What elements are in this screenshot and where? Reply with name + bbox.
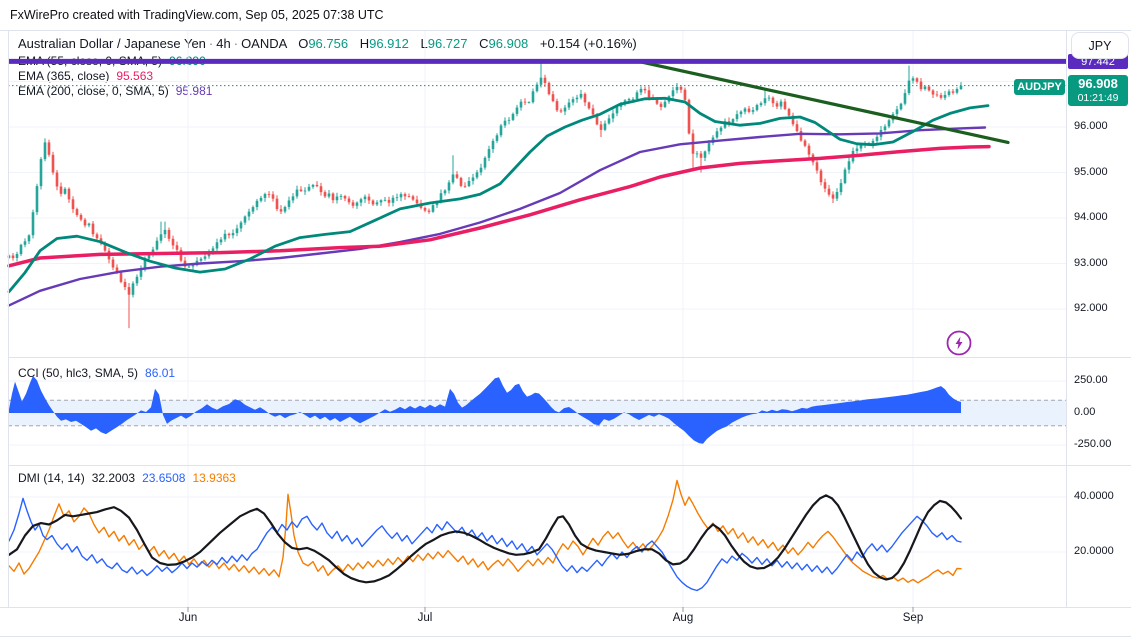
- last-price-value: 96.908: [1078, 76, 1118, 91]
- open-key: O: [298, 36, 309, 51]
- watermark-caption: FxWirePro created with TradingView.com, …: [10, 8, 384, 22]
- change-value: +0.154 (+0.16%): [539, 36, 637, 51]
- time-axis-label: Sep: [902, 612, 924, 624]
- interval-label[interactable]: 4h: [216, 36, 230, 51]
- low-value: 96.727: [427, 36, 468, 51]
- price-axis-label: 92.000: [1074, 302, 1108, 314]
- dmi-adx-value: 32.2003: [91, 471, 136, 485]
- close-key: C: [479, 36, 489, 51]
- dmi-axis-label: 20.0000: [1074, 545, 1114, 557]
- dmi-plus-di-value: 23.6508: [142, 471, 186, 485]
- quick-trade-button[interactable]: [945, 329, 973, 357]
- ema200-label[interactable]: EMA (200, close, 0, SMA, 5): [18, 84, 169, 98]
- dmi-label[interactable]: DMI (14, 14): [18, 471, 85, 485]
- last-price-axis-label[interactable]: 96.908 01:21:49: [1068, 75, 1128, 106]
- price-axis-label: 94.000: [1074, 211, 1108, 223]
- legend-cci[interactable]: CCI (50, hlc3, SMA, 5) 86.01: [18, 366, 175, 380]
- time-axis-label: Jun: [178, 612, 198, 624]
- open-value: 96.756: [308, 36, 349, 51]
- cci-value: 86.01: [145, 366, 176, 380]
- ema55-value: 96.390: [169, 54, 206, 68]
- ema365-label[interactable]: EMA (365, close): [18, 69, 109, 83]
- cci-axis-label: -250.00: [1074, 438, 1112, 450]
- exchange-label[interactable]: OANDA: [241, 36, 287, 51]
- dmi-axis-label: 40.0000: [1074, 490, 1114, 502]
- separator-dot: ·: [208, 36, 214, 51]
- cci-label[interactable]: CCI (50, hlc3, SMA, 5): [18, 366, 138, 380]
- legend-dmi[interactable]: DMI (14, 14) 32.2003 23.6508 13.9363: [18, 471, 236, 485]
- close-value: 96.908: [488, 36, 529, 51]
- time-axis-label: Jul: [417, 612, 433, 624]
- symbol-legend-row[interactable]: Australian Dollar / Japanese Yen · 4h · OAND…: [18, 36, 637, 51]
- ema365-value: 95.563: [116, 69, 154, 83]
- cci-axis-label: 250.00: [1074, 374, 1108, 386]
- ema200-value: 95.981: [175, 84, 213, 98]
- separator-dot: ·: [233, 36, 239, 51]
- price-axis-label: 93.000: [1074, 256, 1108, 269]
- price-axis-label: 95.000: [1074, 165, 1108, 178]
- flash-icon: [946, 330, 972, 356]
- low-key: L: [420, 36, 428, 51]
- legend-ema365[interactable]: EMA (365, close) 95.563: [18, 69, 153, 83]
- dmi-minus-di-value: 13.9363: [192, 471, 236, 485]
- tradingview-chart-window: FxWirePro created with TradingView.com, …: [0, 0, 1131, 638]
- ema55-label[interactable]: EMA (55, close, 0, SMA, 5): [18, 54, 162, 68]
- symbol-price-flag: AUDJPY: [1014, 79, 1065, 95]
- legend-ema200[interactable]: EMA (200, close, 0, SMA, 5) 95.981: [18, 84, 212, 98]
- symbol-name[interactable]: Australian Dollar / Japanese Yen: [18, 36, 206, 51]
- high-key: H: [359, 36, 370, 51]
- currency-axis-button[interactable]: JPY: [1071, 32, 1129, 59]
- price-axis-label: 96.000: [1074, 120, 1108, 132]
- bar-countdown: 01:21:49: [1077, 91, 1119, 104]
- cci-axis-label: 0.00: [1074, 406, 1096, 418]
- legend-ema55[interactable]: EMA (55, close, 0, SMA, 5) 96.390: [18, 54, 206, 68]
- time-axis-label: Aug: [672, 612, 694, 624]
- high-value: 96.912: [369, 36, 409, 51]
